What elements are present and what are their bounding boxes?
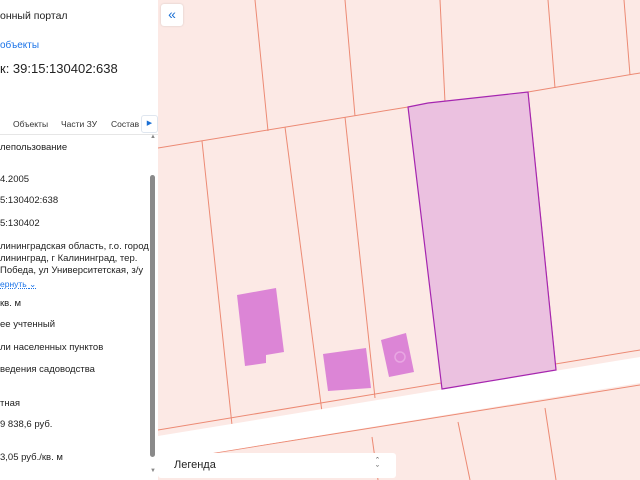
scroll-down-icon[interactable]: ▼ [149, 468, 157, 474]
scrollbar-thumb[interactable] [150, 175, 155, 457]
cadastral-title: к: 39:15:130402:638 [0, 61, 118, 76]
cad-quarter-value: 5:130402 [0, 218, 40, 229]
collapse-link[interactable]: ернуть ⌄ [0, 279, 36, 290]
category-value: ли населенных пунктов [0, 342, 104, 353]
tab-composition[interactable]: Состав [111, 119, 139, 129]
status-value: ее учтенный [0, 319, 56, 330]
address-line: Победа, ул Университетская, з/у [0, 265, 144, 276]
building[interactable] [323, 348, 371, 391]
scroll-up-icon[interactable]: ▲ [149, 134, 157, 140]
tab-objects[interactable]: Объекты [13, 119, 48, 129]
chevron-down-icon: ⌄ [29, 279, 37, 289]
legend-label: Легенда [174, 459, 216, 471]
permitted-use-value: ведения садоводства [0, 364, 95, 375]
tab-bar: Объекты Части ЗУ Состав [0, 112, 158, 135]
objects-link[interactable]: объекты [0, 40, 39, 51]
specific-value: 3,05 руб./кв. м [0, 452, 63, 463]
cad-number-value: 5:130402:638 [0, 195, 59, 206]
land-use-value: лепользование [0, 142, 68, 153]
scrollbar[interactable]: ▲ ▼ [149, 134, 157, 480]
cadastral-value: 9 838,6 руб. [0, 419, 53, 430]
date-value: 4.2005 [0, 174, 30, 185]
address-line: лининградская область, г.о. город [0, 241, 149, 252]
address-line: лининград, г Калининград, тер. [0, 253, 138, 264]
collapse-link-label: ернуть [0, 279, 27, 289]
tab-parts[interactable]: Части ЗУ [61, 119, 97, 129]
legend-dropdown[interactable]: Легенда ˆˇ [158, 453, 396, 478]
portal-title: онный портал [0, 10, 68, 22]
info-panel: онный портал объекты к: 39:15:130402:638… [0, 0, 158, 480]
ownership-value: тная [0, 398, 21, 409]
double-chevron-left-icon[interactable]: « [161, 4, 183, 26]
chevron-up-down-icon: ˆˇ [376, 456, 379, 474]
area-value: кв. м [0, 298, 22, 309]
chevron-right-icon[interactable]: ▶ [141, 115, 158, 133]
cadastral-map[interactable] [158, 0, 640, 480]
